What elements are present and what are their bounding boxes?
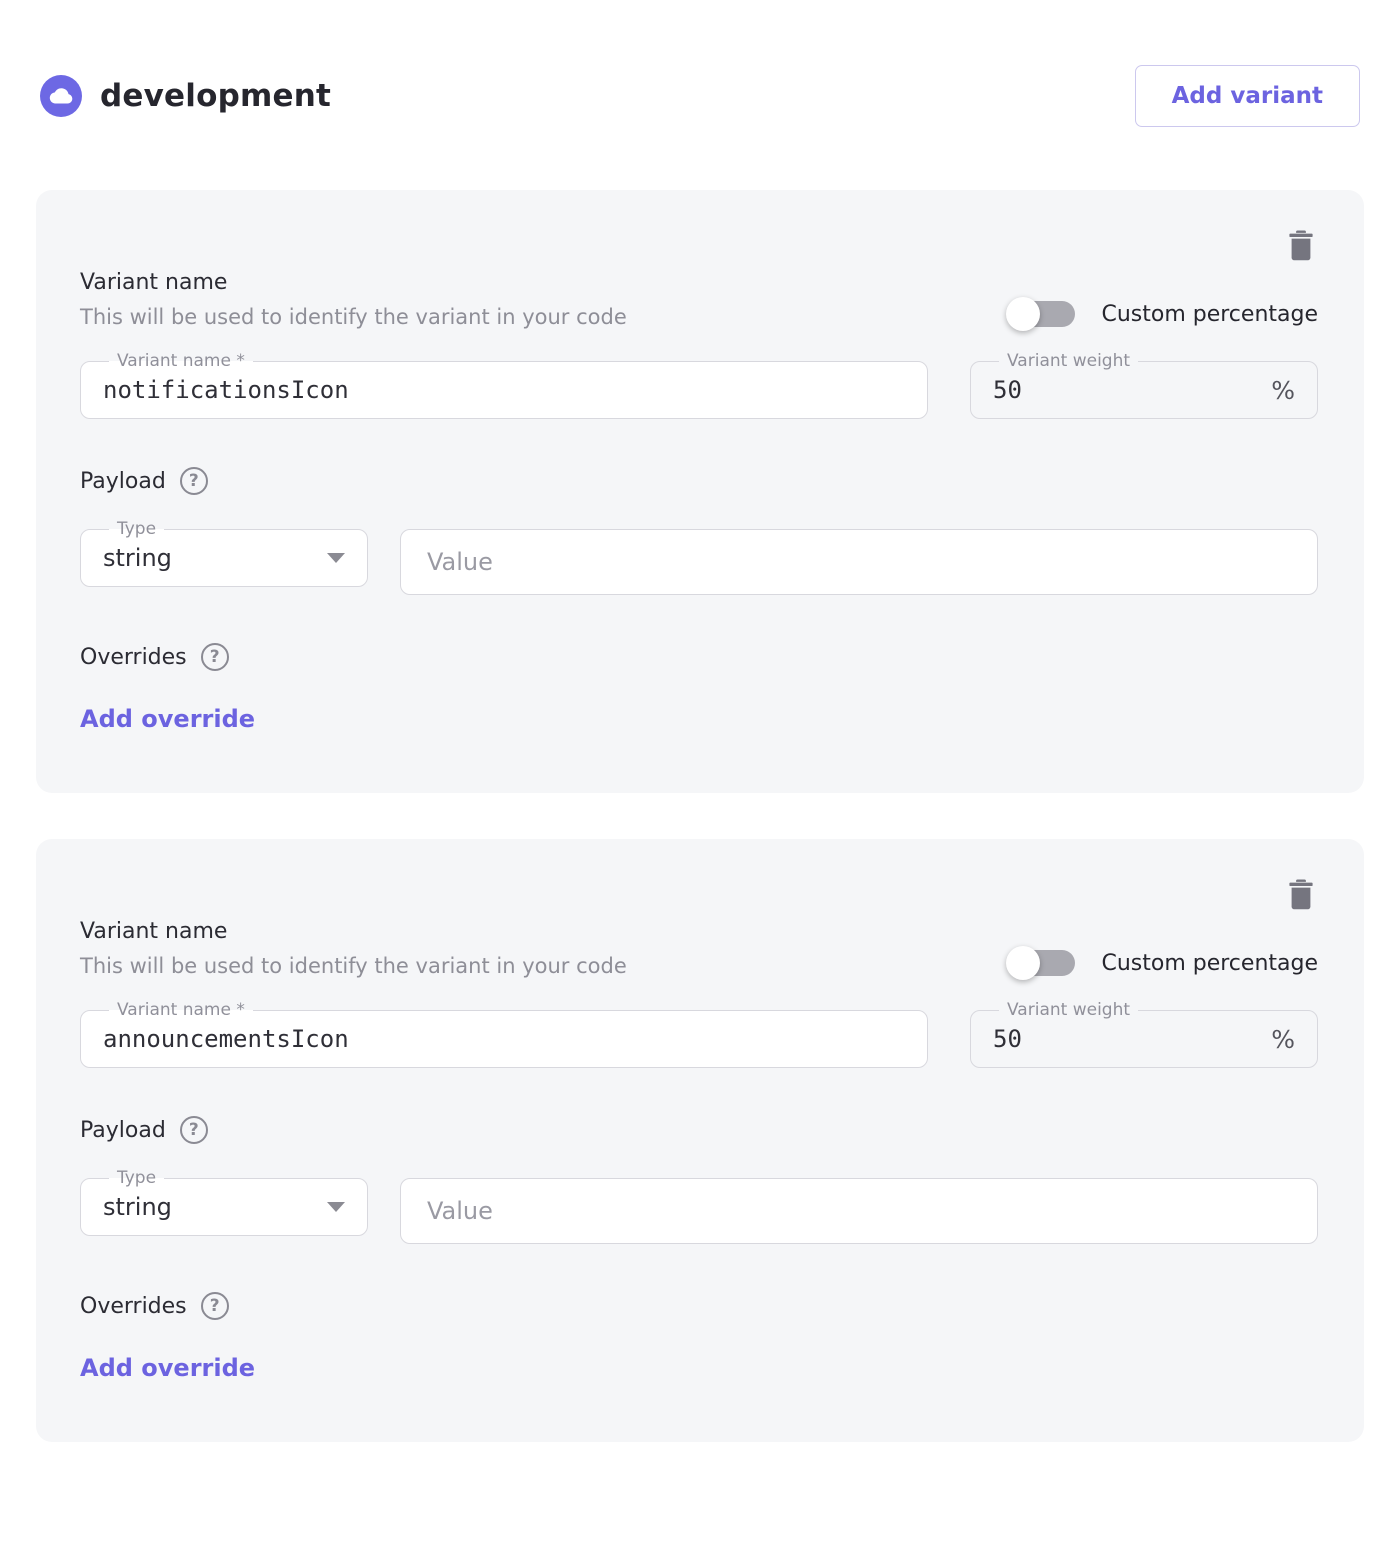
custom-percentage-label: Custom percentage (1101, 302, 1318, 327)
caret-down-icon (327, 553, 345, 563)
section-title: Variant name (80, 270, 627, 295)
section-subtitle: This will be used to identify the varian… (80, 954, 627, 978)
variant-name-input[interactable] (103, 376, 905, 404)
overrides-label: Overrides (80, 1294, 187, 1319)
payload-value-input[interactable] (400, 1178, 1318, 1244)
add-override-button[interactable]: Add override (80, 1354, 255, 1382)
variant-card: Variant name This will be used to identi… (36, 190, 1364, 793)
overrides-help-icon[interactable]: ? (201, 1292, 229, 1320)
payload-help-icon[interactable]: ? (180, 467, 208, 495)
variant-weight-field: Variant weight % (970, 353, 1318, 419)
payload-type-select[interactable]: Type string (80, 1170, 368, 1236)
overrides-label: Overrides (80, 645, 187, 670)
card-actions (80, 877, 1318, 913)
percent-suffix: % (1261, 1025, 1295, 1054)
payload-row: Type string (80, 521, 1318, 595)
custom-percentage-toggle[interactable] (1013, 301, 1075, 327)
page-title: development (100, 78, 331, 114)
variant-name-field: Variant name * (80, 1002, 928, 1068)
payload-type-value: string (103, 1193, 172, 1221)
payload-type-label: Type (109, 521, 164, 538)
delete-variant-button[interactable] (1284, 228, 1318, 262)
custom-percentage-toggle[interactable] (1013, 950, 1075, 976)
variant-name-field-label: Variant name * (109, 353, 253, 370)
payload-header: Payload ? (80, 1116, 1318, 1144)
overrides-header: Overrides ? (80, 1292, 1318, 1320)
variant-name-header: Variant name This will be used to identi… (80, 270, 627, 329)
card-actions (80, 228, 1318, 264)
toggle-knob (1006, 297, 1040, 331)
variant-weight-field-label: Variant weight (999, 353, 1138, 370)
name-and-weight-row: Variant name * Variant weight % (80, 1002, 1318, 1068)
toggle-knob (1006, 946, 1040, 980)
variant-name-field-label: Variant name * (109, 1002, 253, 1019)
variant-weight-field: Variant weight % (970, 1002, 1318, 1068)
payload-type-label: Type (109, 1170, 164, 1187)
payload-label: Payload (80, 1118, 166, 1143)
cloud-icon (40, 75, 82, 117)
overrides-header: Overrides ? (80, 643, 1318, 671)
header: development Add variant (36, 64, 1364, 128)
payload-help-icon[interactable]: ? (180, 1116, 208, 1144)
variant-weight-field-label: Variant weight (999, 1002, 1138, 1019)
payload-row: Type string (80, 1170, 1318, 1244)
add-override-button[interactable]: Add override (80, 705, 255, 733)
name-and-weight-row: Variant name * Variant weight % (80, 353, 1318, 419)
environment-header: development (40, 75, 331, 117)
section-title: Variant name (80, 919, 627, 944)
trash-icon (1287, 878, 1315, 910)
payload-value-input[interactable] (400, 529, 1318, 595)
variant-name-header: Variant name This will be used to identi… (80, 919, 627, 978)
payload-type-value: string (103, 544, 172, 572)
page: development Add variant Variant name Thi… (0, 0, 1400, 1476)
variant-name-input[interactable] (103, 1025, 905, 1053)
delete-variant-button[interactable] (1284, 877, 1318, 911)
variant-name-header-row: Variant name This will be used to identi… (80, 919, 1318, 978)
variant-name-header-row: Variant name This will be used to identi… (80, 270, 1318, 329)
payload-header: Payload ? (80, 467, 1318, 495)
caret-down-icon (327, 1202, 345, 1212)
custom-percentage-label: Custom percentage (1101, 951, 1318, 976)
add-variant-button[interactable]: Add variant (1135, 65, 1360, 127)
custom-percentage-control: Custom percentage (1007, 301, 1318, 329)
variant-weight-input[interactable] (993, 1025, 1261, 1053)
section-subtitle: This will be used to identify the varian… (80, 305, 627, 329)
variant-weight-input[interactable] (993, 376, 1261, 404)
payload-type-select[interactable]: Type string (80, 521, 368, 587)
variant-card: Variant name This will be used to identi… (36, 839, 1364, 1442)
percent-suffix: % (1261, 376, 1295, 405)
trash-icon (1287, 229, 1315, 261)
custom-percentage-control: Custom percentage (1007, 950, 1318, 978)
variant-name-field: Variant name * (80, 353, 928, 419)
payload-label: Payload (80, 469, 166, 494)
overrides-help-icon[interactable]: ? (201, 643, 229, 671)
